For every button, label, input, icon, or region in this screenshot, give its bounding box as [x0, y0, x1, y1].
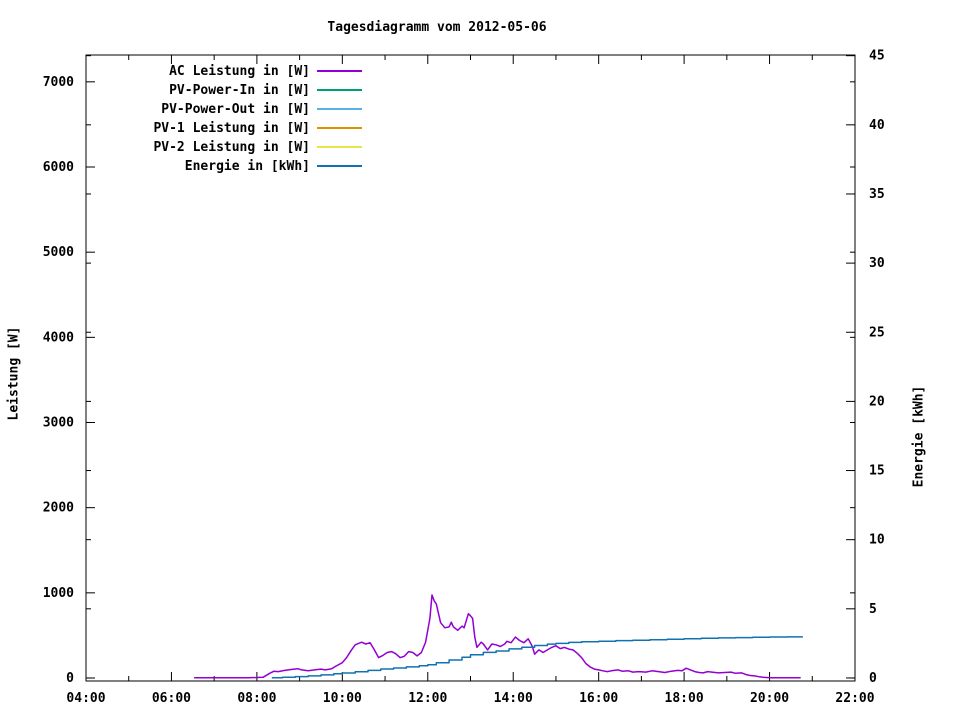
- legend-label: PV-2 Leistung in [W]: [153, 140, 310, 155]
- y2-tick-label: 25: [869, 325, 885, 340]
- chart-canvas: Tagesdiagramm vom 2012-05-06 Leistung [W…: [0, 0, 960, 720]
- y2-tick-label: 0: [869, 671, 877, 686]
- x-tick-label: 08:00: [237, 691, 276, 706]
- x-tick-label: 20:00: [750, 691, 789, 706]
- legend-label: PV-Power-Out in [W]: [161, 102, 310, 117]
- y-tick-label: 5000: [43, 245, 74, 260]
- x-tick-label: 18:00: [665, 691, 704, 706]
- x-tick-label: 10:00: [323, 691, 362, 706]
- legend-label: PV-1 Leistung in [W]: [153, 121, 310, 136]
- x-tick-label: 22:00: [835, 691, 874, 706]
- y2-tick-label: 15: [869, 464, 885, 479]
- y-tick-label: 0: [66, 671, 74, 686]
- y-tick-label: 7000: [43, 75, 74, 90]
- x-tick-label: 16:00: [579, 691, 618, 706]
- y-tick-label: 6000: [43, 160, 74, 175]
- y-tick-label: 2000: [43, 501, 74, 516]
- y2-tick-label: 45: [869, 49, 885, 64]
- y2-tick-label: 5: [869, 602, 877, 617]
- y-tick-label: 4000: [43, 330, 74, 345]
- x-tick-label: 12:00: [408, 691, 447, 706]
- y-tick-label: 3000: [43, 416, 74, 431]
- series-energie-in-kwh: [271, 636, 803, 679]
- legend-label: PV-Power-In in [W]: [169, 83, 310, 98]
- x-tick-label: 14:00: [494, 691, 533, 706]
- x-tick-label: 06:00: [152, 691, 191, 706]
- y2-tick-label: 20: [869, 394, 885, 409]
- y2-tick-label: 40: [869, 118, 885, 133]
- series-ac-leistung-in-w: [194, 594, 801, 679]
- legend-label: AC Leistung in [W]: [169, 64, 310, 79]
- y2-tick-label: 30: [869, 256, 885, 271]
- y-tick-label: 1000: [43, 586, 74, 601]
- plot-area: 04:00 06:00 08:00 10:00 12:00 14:00 16:00 18:00…: [43, 49, 885, 706]
- y2-tick-label: 35: [869, 187, 885, 202]
- x-tick-label: 04:00: [66, 691, 105, 706]
- legend-label: Energie in [kWh]: [185, 159, 310, 174]
- y2-tick-label: 10: [869, 533, 885, 548]
